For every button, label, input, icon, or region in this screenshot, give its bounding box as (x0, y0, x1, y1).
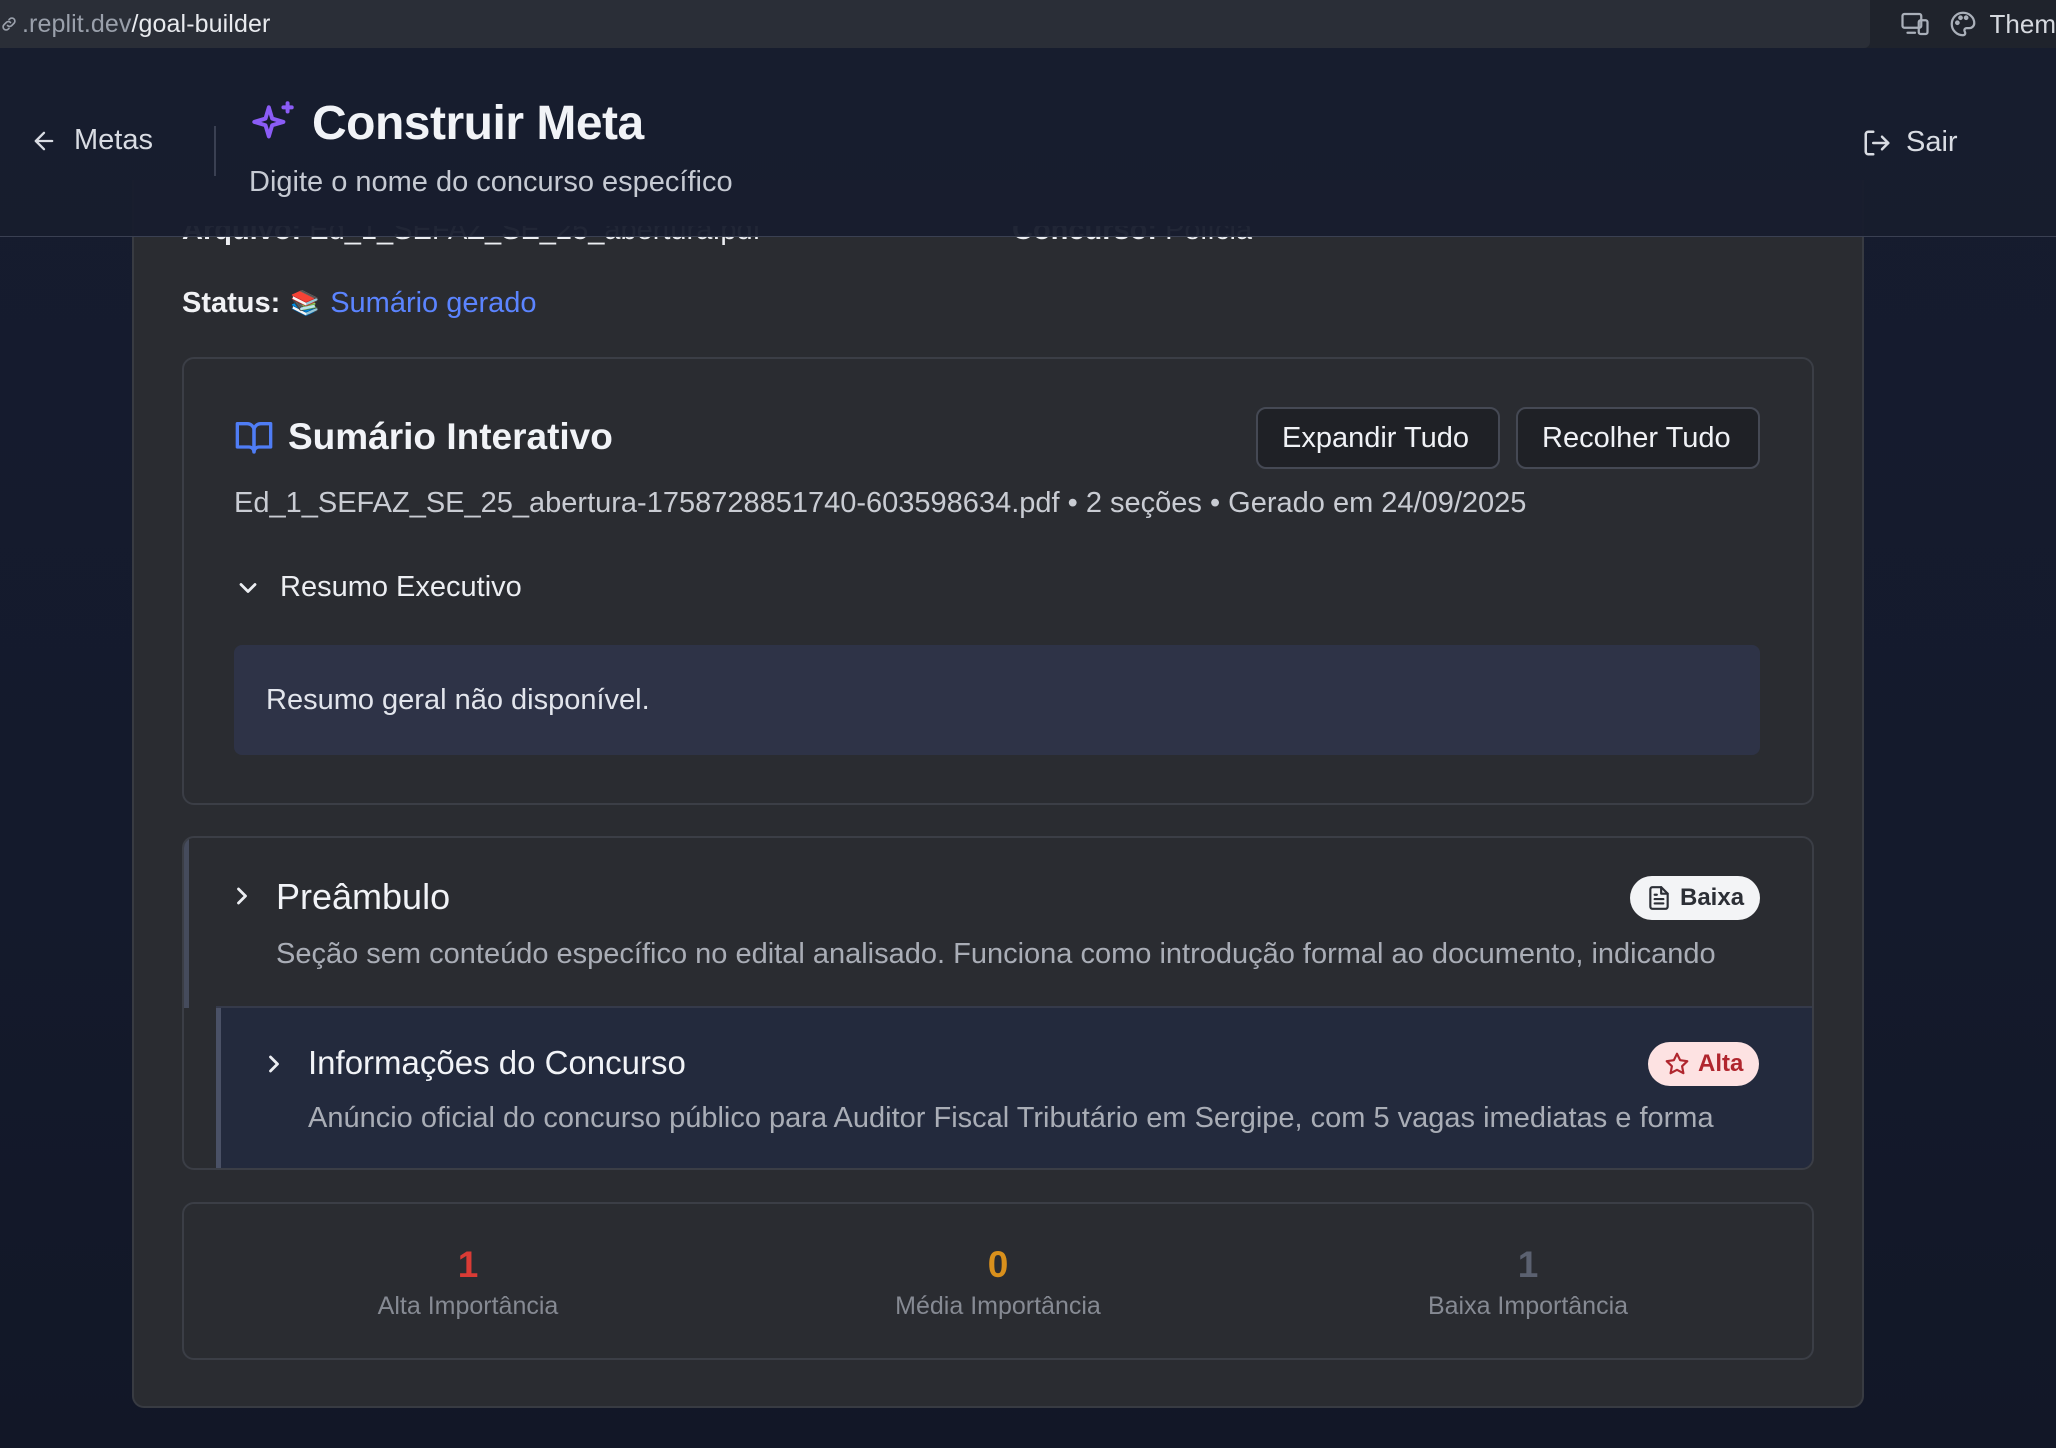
subsection-accent-bar (216, 1008, 221, 1168)
logout-button[interactable]: Sair (1862, 126, 1958, 159)
executive-summary-toggle[interactable]: Resumo Executivo (234, 571, 522, 604)
books-emoji-icon: 📚 (290, 290, 321, 317)
stat-high: 1 Alta Importância (268, 1244, 668, 1321)
section-accent-bar (184, 838, 189, 1008)
browser-actions: Them (1900, 0, 2056, 48)
browser-toolbar: .replit.dev/goal-builder Them (0, 0, 2056, 48)
importance-badge-high: Alta (1648, 1042, 1760, 1086)
expand-all-button[interactable]: Expandir Tudo (1256, 407, 1500, 469)
collapse-all-button[interactable]: Recolher Tudo (1516, 407, 1760, 469)
title-row: Construir Meta (248, 96, 644, 151)
book-open-icon (235, 422, 273, 454)
theme-label[interactable]: Them (1990, 9, 2056, 40)
logout-icon (1864, 130, 1890, 155)
link-icon (2, 17, 16, 31)
page-title: Construir Meta (312, 97, 644, 150)
executive-summary-box: Resumo geral não disponível. (234, 645, 1760, 755)
importance-badge-low: Baixa (1630, 876, 1761, 920)
section-description: Seção sem conteúdo específico no edital … (276, 938, 1716, 970)
page-subtitle: Digite o nome do concurso específico (249, 166, 733, 198)
devices-icon[interactable] (1900, 9, 1930, 39)
subsection-description: Anúncio oficial do concurso público para… (308, 1102, 1714, 1134)
status-row: Status: 📚 Sumário gerado (182, 287, 537, 320)
subsection-title[interactable]: Informações do Concurso (308, 1044, 686, 1082)
url-path: /goal-builder (131, 9, 271, 38)
url-text: .replit.dev/goal-builder (22, 10, 270, 39)
stat-value: 1 (457, 1244, 479, 1285)
subsection-item: Informações do Concurso Anúncio oficial … (216, 1006, 1812, 1168)
stat-label: Média Importância (895, 1292, 1101, 1320)
sections-list: Preâmbulo Baixa Seção sem conteúdo espec… (182, 836, 1814, 1170)
chevron-right-icon[interactable] (260, 1050, 288, 1078)
arrow-left-icon (34, 131, 54, 150)
stat-value: 1 (1517, 1244, 1539, 1285)
stat-low: 1 Baixa Importância (1328, 1244, 1728, 1321)
executive-summary-text: Resumo geral não disponível. (266, 683, 650, 716)
header-divider (214, 126, 216, 176)
summary-meta: Ed_1_SEFAZ_SE_25_abertura-1758728851740-… (234, 487, 1527, 519)
back-to-goals-link[interactable]: Metas (30, 124, 153, 157)
executive-summary-label: Resumo Executivo (280, 571, 522, 603)
stat-medium: 0 Média Importância (798, 1244, 1198, 1321)
stat-label: Alta Importância (377, 1292, 559, 1320)
chevron-right-icon[interactable] (228, 882, 256, 910)
badge-label: Baixa (1680, 884, 1745, 911)
importance-stats: 1 Alta Importância 0 Média Importância 1… (182, 1202, 1814, 1360)
status-label: Status: (182, 287, 281, 319)
summary-heading: Sumário Interativo (234, 416, 613, 458)
badge-label: Alta (1698, 1050, 1744, 1077)
star-icon (1665, 1052, 1689, 1075)
stat-label: Baixa Importância (1427, 1292, 1629, 1320)
status-value[interactable]: Sumário gerado (330, 287, 536, 320)
logout-label: Sair (1906, 126, 1958, 158)
app-header: Metas Construir Meta Digite o nome do co… (0, 48, 2056, 237)
back-label: Metas (74, 124, 153, 156)
section-title[interactable]: Preâmbulo (276, 876, 450, 918)
url-host: .replit.dev (22, 9, 132, 38)
stat-value: 0 (987, 1244, 1009, 1285)
address-bar[interactable]: .replit.dev/goal-builder (0, 0, 1870, 48)
summary-title: Sumário Interativo (288, 416, 613, 457)
sparkles-icon (252, 100, 294, 138)
file-text-icon (1649, 886, 1669, 910)
palette-icon[interactable] (1948, 9, 1978, 39)
interactive-summary-panel: Sumário Interativo Expandir Tudo Recolhe… (182, 357, 1814, 805)
chevron-down-icon (239, 582, 257, 593)
